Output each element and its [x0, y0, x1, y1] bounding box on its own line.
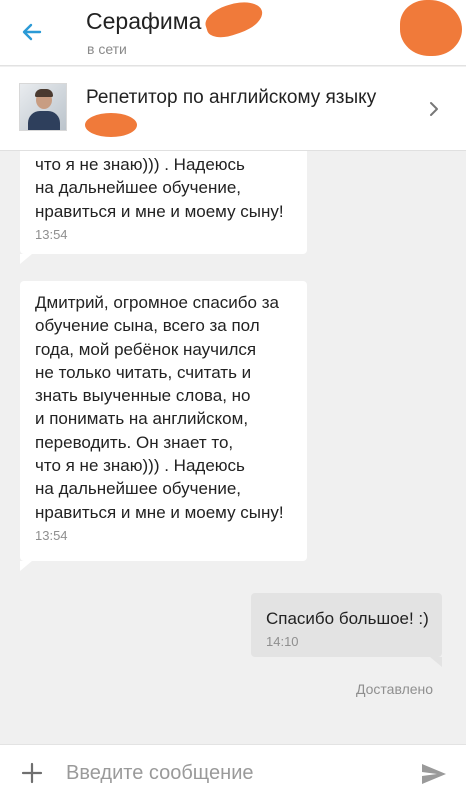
arrow-left-icon	[22, 23, 42, 41]
message-text: на дальнейшее обучение,	[35, 178, 242, 198]
chat-header: Серафима в сети	[0, 0, 466, 66]
message-text: обучение сына, всего за пол	[35, 316, 260, 336]
message-text: и понимать на английском,	[35, 409, 249, 429]
message-text: на дальнейшее обучение,	[35, 479, 242, 499]
message-text: Дмитрий, огромное спасибо за	[35, 293, 279, 312]
redaction-mark	[201, 0, 267, 43]
listing-title: Репетитор по английскому языку	[86, 87, 377, 108]
message-text: года, мой ребёнок научился	[35, 339, 257, 359]
message-text: знать выученные слова, но	[35, 386, 251, 406]
delivery-status: Доставлено	[356, 681, 434, 697]
message-bubble-outgoing[interactable]: Спасибо большое! :) 14:10	[251, 593, 442, 667]
send-button[interactable]	[414, 757, 454, 791]
message-text: что я не знаю))) . Надеюсь	[35, 155, 245, 174]
listing-card[interactable]: Репетитор по английскому языку	[0, 67, 466, 151]
chevron-right-icon	[424, 97, 444, 121]
redaction-mark	[400, 0, 462, 56]
message-text: что я не знаю))) . Надеюсь	[35, 456, 245, 476]
contact-name[interactable]: Серафима	[86, 8, 201, 35]
message-text: не только читать, считать и	[35, 362, 252, 382]
message-text: Спасибо большое! :)	[266, 609, 429, 628]
back-button[interactable]	[12, 14, 52, 50]
message-text: нравиться и мне и моему сыну!	[35, 502, 284, 522]
message-time: 13:54	[35, 226, 68, 242]
redaction-mark	[85, 113, 137, 137]
message-text: переводить. Он знает то,	[35, 432, 234, 452]
message-bubble-incoming[interactable]: Дмитрий, огромное спасибо за обучение сы…	[20, 281, 307, 571]
message-text: нравиться и мне и моему сыну!	[35, 201, 284, 221]
online-status: в сети	[87, 41, 127, 57]
send-icon	[422, 764, 446, 784]
message-input[interactable]	[66, 757, 396, 789]
attach-button[interactable]	[14, 757, 50, 789]
message-time: 14:10	[266, 634, 299, 650]
listing-thumbnail	[19, 83, 67, 131]
message-composer	[0, 744, 466, 800]
plus-icon	[21, 762, 43, 784]
message-time: 13:54	[35, 527, 68, 543]
